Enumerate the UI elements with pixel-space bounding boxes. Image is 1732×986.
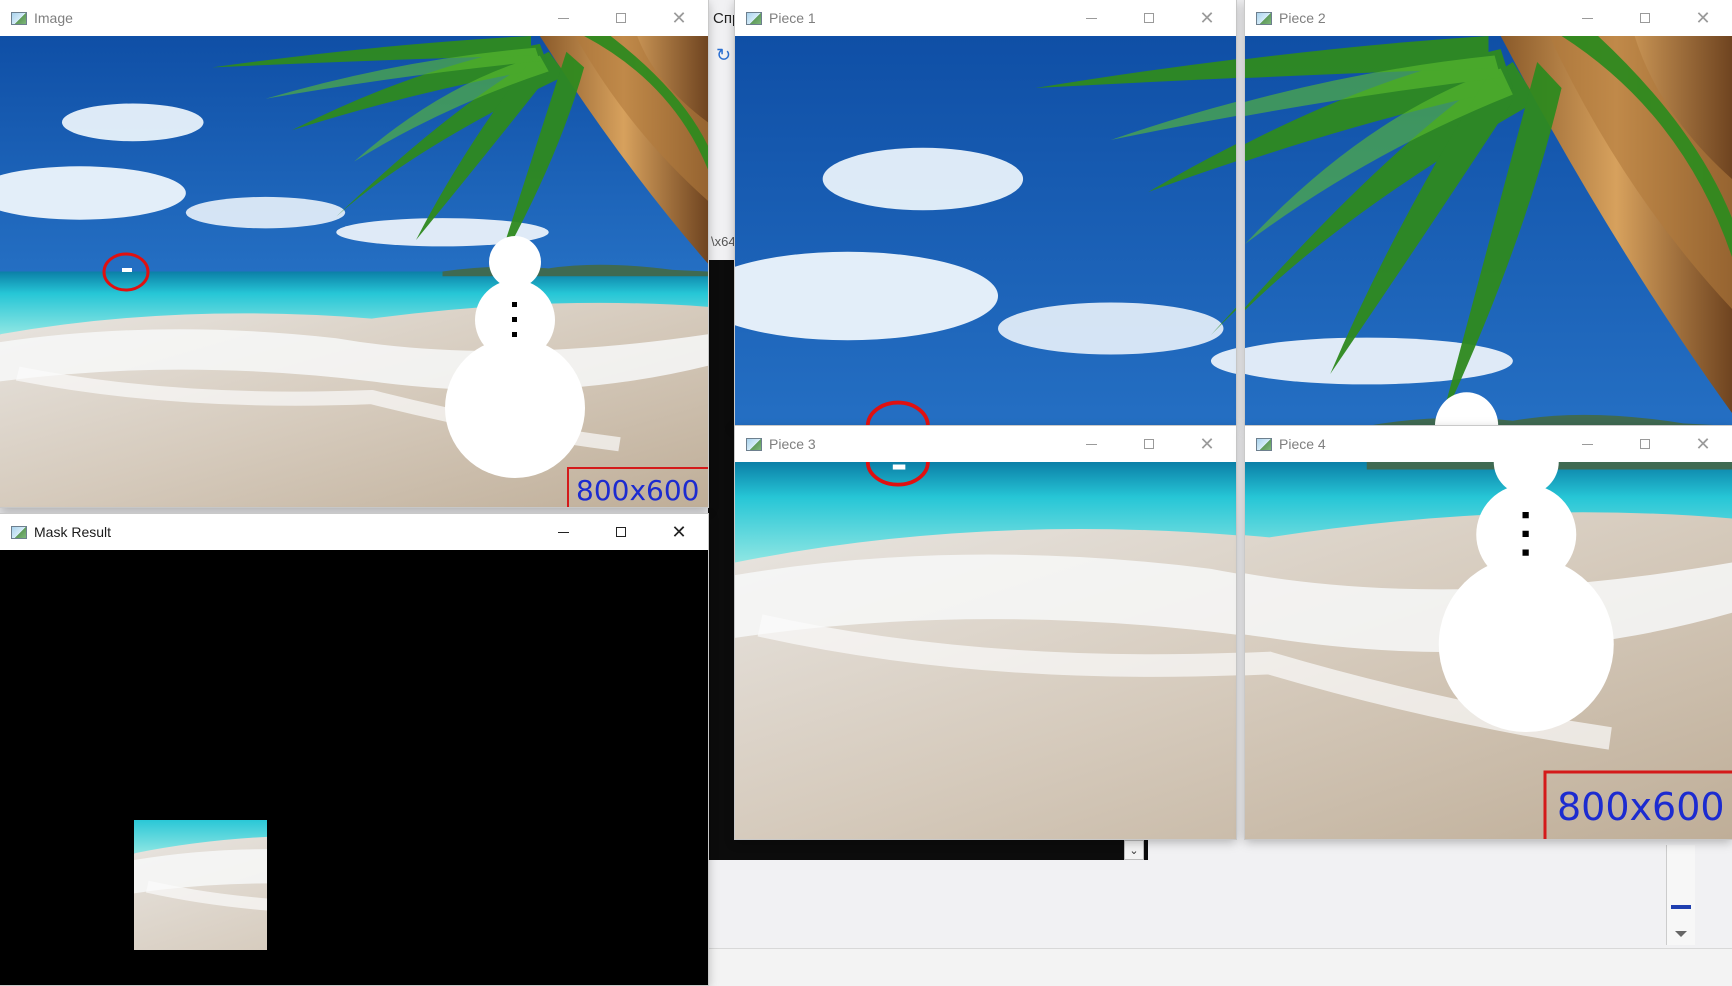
window-app-icon (746, 11, 762, 25)
close-icon: ✕ (1695, 8, 1711, 28)
maximize-button[interactable] (592, 0, 650, 36)
maximize-button[interactable] (1616, 0, 1674, 36)
minimize-button[interactable] (1062, 0, 1120, 36)
window-app-icon (11, 525, 27, 539)
piece2-window[interactable]: Piece 2 ✕ (1245, 0, 1732, 426)
minimize-button[interactable] (1558, 426, 1616, 462)
piece4-window-title: Piece 4 (1279, 436, 1326, 452)
window-app-icon (1256, 11, 1272, 25)
maximize-button[interactable] (592, 514, 650, 550)
maximize-icon (1144, 439, 1154, 449)
close-icon: ✕ (1199, 434, 1215, 454)
close-icon: ✕ (1199, 8, 1215, 28)
maximize-icon (1640, 13, 1650, 23)
close-button[interactable]: ✕ (1674, 0, 1732, 36)
minimize-icon (557, 17, 569, 19)
piece2-canvas (1245, 36, 1732, 426)
minimize-button[interactable] (534, 514, 592, 550)
minimize-button[interactable] (1558, 0, 1616, 36)
maximize-button[interactable] (1616, 426, 1674, 462)
close-button[interactable]: ✕ (650, 514, 708, 550)
piece4-canvas: 800x600 (1245, 462, 1732, 839)
scrollbar-thumb[interactable] (1671, 905, 1691, 909)
piece4-window-titlebar[interactable]: Piece 4 ✕ (1245, 426, 1732, 462)
window-app-icon (11, 11, 27, 25)
minimize-icon (1085, 17, 1097, 19)
close-button[interactable]: ✕ (1178, 426, 1236, 462)
close-icon: ✕ (1695, 434, 1711, 454)
window-app-icon (1256, 437, 1272, 451)
scroll-down-button[interactable]: ⌄ (1124, 840, 1144, 860)
image-window[interactable]: Image ✕ 800x600 (0, 0, 708, 507)
close-icon: ✕ (671, 8, 687, 28)
maximize-icon (1144, 13, 1154, 23)
piece3-window-titlebar[interactable]: Piece 3 ✕ (735, 426, 1236, 462)
background-bottom-bar (708, 948, 1732, 986)
piece3-window[interactable]: Piece 3 ✕ (735, 426, 1236, 839)
piece2-window-titlebar[interactable]: Piece 2 ✕ (1245, 0, 1732, 36)
piece2-window-title: Piece 2 (1279, 10, 1326, 26)
mask-window-titlebar[interactable]: Mask Result ✕ (0, 514, 708, 550)
piece3-window-title: Piece 3 (769, 436, 816, 452)
mask-window-title: Mask Result (34, 524, 112, 540)
scrollbar-down-arrow[interactable] (1675, 931, 1687, 937)
close-button[interactable]: ✕ (650, 0, 708, 36)
close-button[interactable]: ✕ (1674, 426, 1732, 462)
minimize-icon (1581, 17, 1593, 19)
piece1-window[interactable]: Piece 1 ✕ (735, 0, 1236, 426)
mask-canvas (0, 550, 708, 985)
image-window-title: Image (34, 10, 73, 26)
size-label: 800x600 (576, 474, 699, 507)
close-icon: ✕ (671, 522, 687, 542)
piece1-window-title: Piece 1 (769, 10, 816, 26)
size-label: 800x600 (1557, 785, 1725, 829)
background-scrollbar[interactable] (1666, 845, 1695, 945)
minimize-icon (1085, 443, 1097, 445)
maximize-button[interactable] (1120, 426, 1178, 462)
maximize-icon (1640, 439, 1650, 449)
piece1-window-titlebar[interactable]: Piece 1 ✕ (735, 0, 1236, 36)
chevron-down-icon: ⌄ (1129, 844, 1139, 857)
minimize-icon (557, 531, 569, 533)
close-button[interactable]: ✕ (1178, 0, 1236, 36)
maximize-icon (616, 13, 626, 23)
window-app-icon (746, 437, 762, 451)
maximize-icon (616, 527, 626, 537)
piece3-canvas (735, 462, 1236, 839)
piece4-window[interactable]: Piece 4 ✕ 800x600 (1245, 426, 1732, 839)
background-app-path-text: \x64 (711, 234, 736, 249)
maximize-button[interactable] (1120, 0, 1178, 36)
image-canvas: 800x600 (0, 36, 708, 507)
refresh-icon: ↻ (716, 45, 732, 65)
minimize-button[interactable] (534, 0, 592, 36)
mask-result-window[interactable]: Mask Result ✕ (0, 514, 708, 985)
minimize-icon (1581, 443, 1593, 445)
piece1-canvas (735, 36, 1236, 426)
image-window-titlebar[interactable]: Image ✕ (0, 0, 708, 36)
minimize-button[interactable] (1062, 426, 1120, 462)
